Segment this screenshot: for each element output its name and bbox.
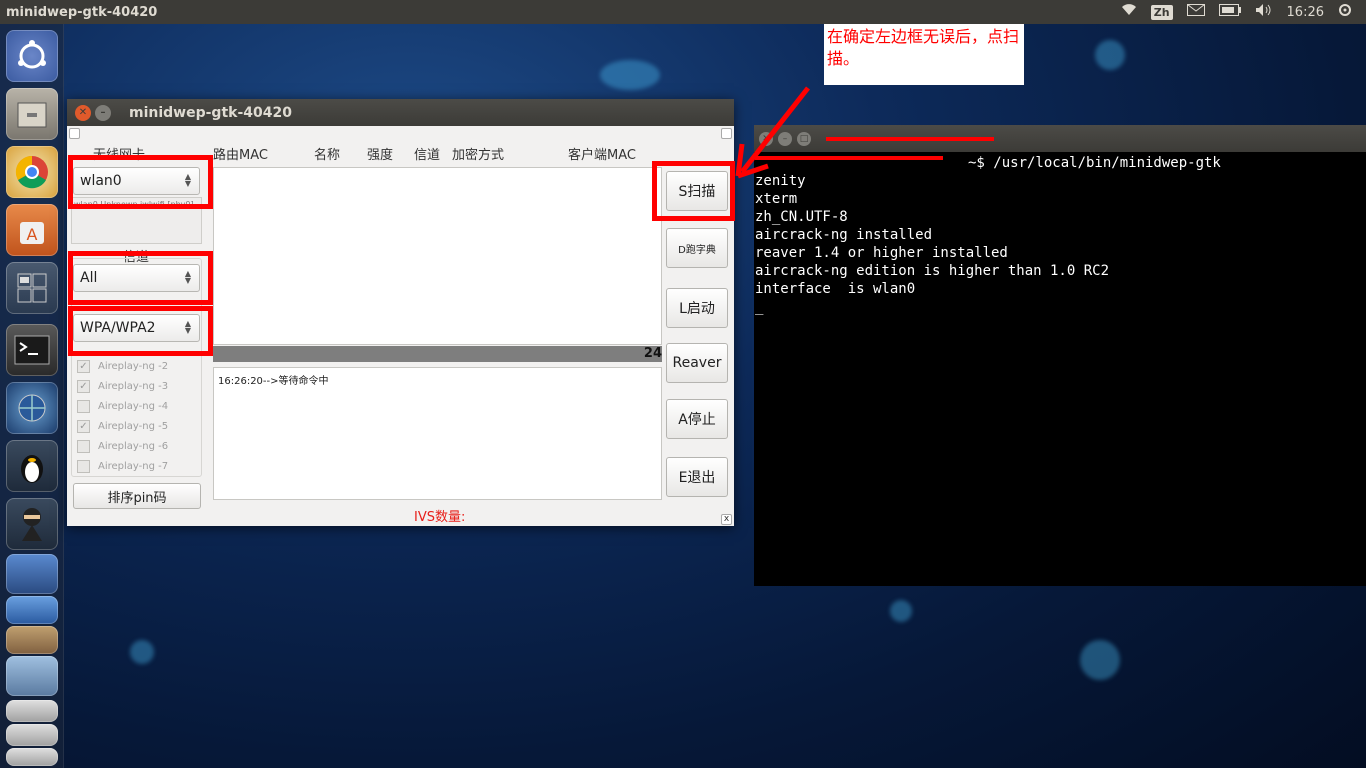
aireplay-label: Aireplay-ng -5 (98, 421, 169, 432)
log-output[interactable]: 16:26:20-->等待命令中 (213, 367, 662, 500)
terminal-output[interactable]: ~$ /usr/local/bin/minidwep-gtk zenity xter… (754, 152, 1366, 318)
aireplay-option[interactable]: ✓ Aireplay-ng -2 (77, 360, 168, 373)
stacked-app-icon[interactable] (6, 554, 58, 594)
aireplay-label: Aireplay-ng -6 (98, 441, 169, 452)
window-body: 无线网卡 路由MAC 名称 强度 信道 加密方式 客户端MAC wlan0 ▲ ▼… (67, 126, 735, 526)
gear-icon[interactable] (1338, 3, 1352, 21)
aireplay-option[interactable]: ✓ Aireplay-ng -5 (77, 420, 168, 433)
volume-icon[interactable] (1255, 3, 1273, 21)
checkbox-icon[interactable] (77, 400, 90, 413)
wallpaper-light (600, 60, 660, 90)
close-icon[interactable]: ✕ (75, 104, 91, 121)
aireplay-option[interactable]: Aireplay-ng -6 (77, 440, 168, 453)
dictionary-button[interactable]: D跑字典 (666, 228, 728, 268)
ap-list[interactable] (213, 167, 662, 345)
terminal-line: aircrack-ng edition is higher than 1.0 R… (755, 263, 1110, 279)
highlight-encryption (68, 306, 213, 356)
wallpaper-light (1080, 640, 1120, 680)
column-header[interactable]: 名称 (314, 144, 340, 163)
corner-handle[interactable] (69, 128, 80, 139)
terminal-line: interface is wlan0 (755, 281, 916, 297)
checkbox-icon[interactable]: ✓ (77, 420, 90, 433)
exit-button[interactable]: E退出 (666, 457, 728, 497)
terminal-line: reaver 1.4 or higher installed (755, 245, 1008, 261)
terminal-icon[interactable] (6, 324, 58, 376)
svg-text:A: A (27, 225, 38, 244)
workspace-switcher-icon[interactable] (6, 262, 58, 314)
stacked-app-icon[interactable] (6, 626, 58, 654)
redaction-mark (826, 137, 994, 141)
highlight-channel (68, 251, 213, 305)
aireplay-label: Aireplay-ng -7 (98, 461, 169, 472)
column-header[interactable]: 加密方式 (452, 144, 504, 163)
stacked-app-icon[interactable] (6, 596, 58, 624)
ivs-count-label: IVS数量: (414, 510, 466, 525)
aireplay-label: Aireplay-ng -3 (98, 381, 169, 392)
progress-value: 24 (643, 346, 662, 361)
minidwep-window: ✕ – minidwep-gtk-40420 无线网卡 路由MAC 名称 强度 … (67, 99, 735, 526)
stacked-app-icon[interactable] (6, 748, 58, 766)
aireplay-label: Aireplay-ng -4 (98, 401, 169, 412)
mail-icon[interactable] (1186, 4, 1205, 20)
software-center-icon[interactable]: A (6, 204, 58, 256)
aireplay-option[interactable]: Aireplay-ng -4 (77, 400, 168, 413)
column-header[interactable]: 客户端MAC (568, 144, 636, 163)
checkbox-icon[interactable]: ✓ (77, 380, 90, 393)
active-app-title: minidwep-gtk-40420 (6, 4, 158, 20)
annotation-arrow (735, 86, 810, 179)
terminal-cursor: _ (755, 299, 764, 315)
terminal-line: zh_CN.UTF-8 (755, 209, 848, 225)
column-header[interactable]: 强度 (367, 144, 393, 163)
ubuntu-dash-icon[interactable] (6, 30, 58, 82)
ninja-icon[interactable] (6, 498, 58, 550)
checkbox-icon[interactable] (77, 440, 90, 453)
chrome-icon[interactable] (6, 146, 58, 198)
aireplay-option[interactable]: Aireplay-ng -7 (77, 460, 168, 473)
terminal-titlebar[interactable]: ✕ – □ ~ (754, 125, 1366, 152)
column-header[interactable]: 路由MAC (213, 144, 268, 163)
qq-penguin-icon[interactable] (6, 440, 58, 492)
indicator-area: Zh 16:26 (1121, 0, 1366, 24)
window-titlebar[interactable]: ✕ – minidwep-gtk-40420 (67, 99, 734, 126)
stacked-app-icon[interactable] (6, 724, 58, 746)
annotation-note: 在确定左边框无误后，点扫描。 (824, 24, 1024, 85)
clock[interactable]: 16:26 (1287, 5, 1324, 20)
window-title: minidwep-gtk-40420 (129, 104, 292, 121)
network-tool-icon[interactable] (6, 382, 58, 434)
input-method-indicator[interactable]: Zh (1150, 4, 1173, 20)
aireplay-option[interactable]: ✓ Aireplay-ng -3 (77, 380, 168, 393)
terminal-line: xterm (755, 191, 798, 207)
terminal-line: ~$ /usr/local/bin/minidwep-gtk (968, 155, 1221, 171)
wallpaper-light (890, 600, 912, 622)
stacked-app-icon[interactable] (6, 656, 58, 696)
terminal-line: zenity (755, 173, 806, 189)
minimize-icon[interactable]: – (95, 104, 111, 121)
reaver-button[interactable]: Reaver (666, 343, 728, 383)
top-panel: minidwep-gtk-40420 Zh 16:26 (0, 0, 1366, 24)
aireplay-label: Aireplay-ng -2 (98, 361, 169, 372)
files-icon[interactable] (6, 88, 58, 140)
battery-icon[interactable] (1218, 4, 1241, 20)
close-icon[interactable]: x (721, 514, 732, 525)
checkbox-icon[interactable]: ✓ (77, 360, 90, 373)
wallpaper-light (130, 640, 154, 664)
progress-bar: 24 (213, 346, 662, 362)
column-header[interactable]: 信道 (414, 144, 440, 163)
checkbox-icon[interactable] (77, 460, 90, 473)
sort-pin-button[interactable]: 排序pin码 (73, 483, 201, 509)
stacked-app-icon[interactable] (6, 700, 58, 722)
wallpaper-light (1095, 40, 1125, 70)
start-button[interactable]: L启动 (666, 288, 728, 328)
wifi-icon[interactable] (1121, 4, 1137, 20)
stop-button[interactable]: A停止 (666, 399, 728, 439)
terminal-window: ✕ – □ ~ ~$ /usr/local/bin/minidwep-gtk ze… (754, 125, 1366, 586)
terminal-line: aircrack-ng installed (755, 227, 933, 243)
highlight-nic (68, 155, 213, 209)
launcher: A (0, 24, 64, 768)
